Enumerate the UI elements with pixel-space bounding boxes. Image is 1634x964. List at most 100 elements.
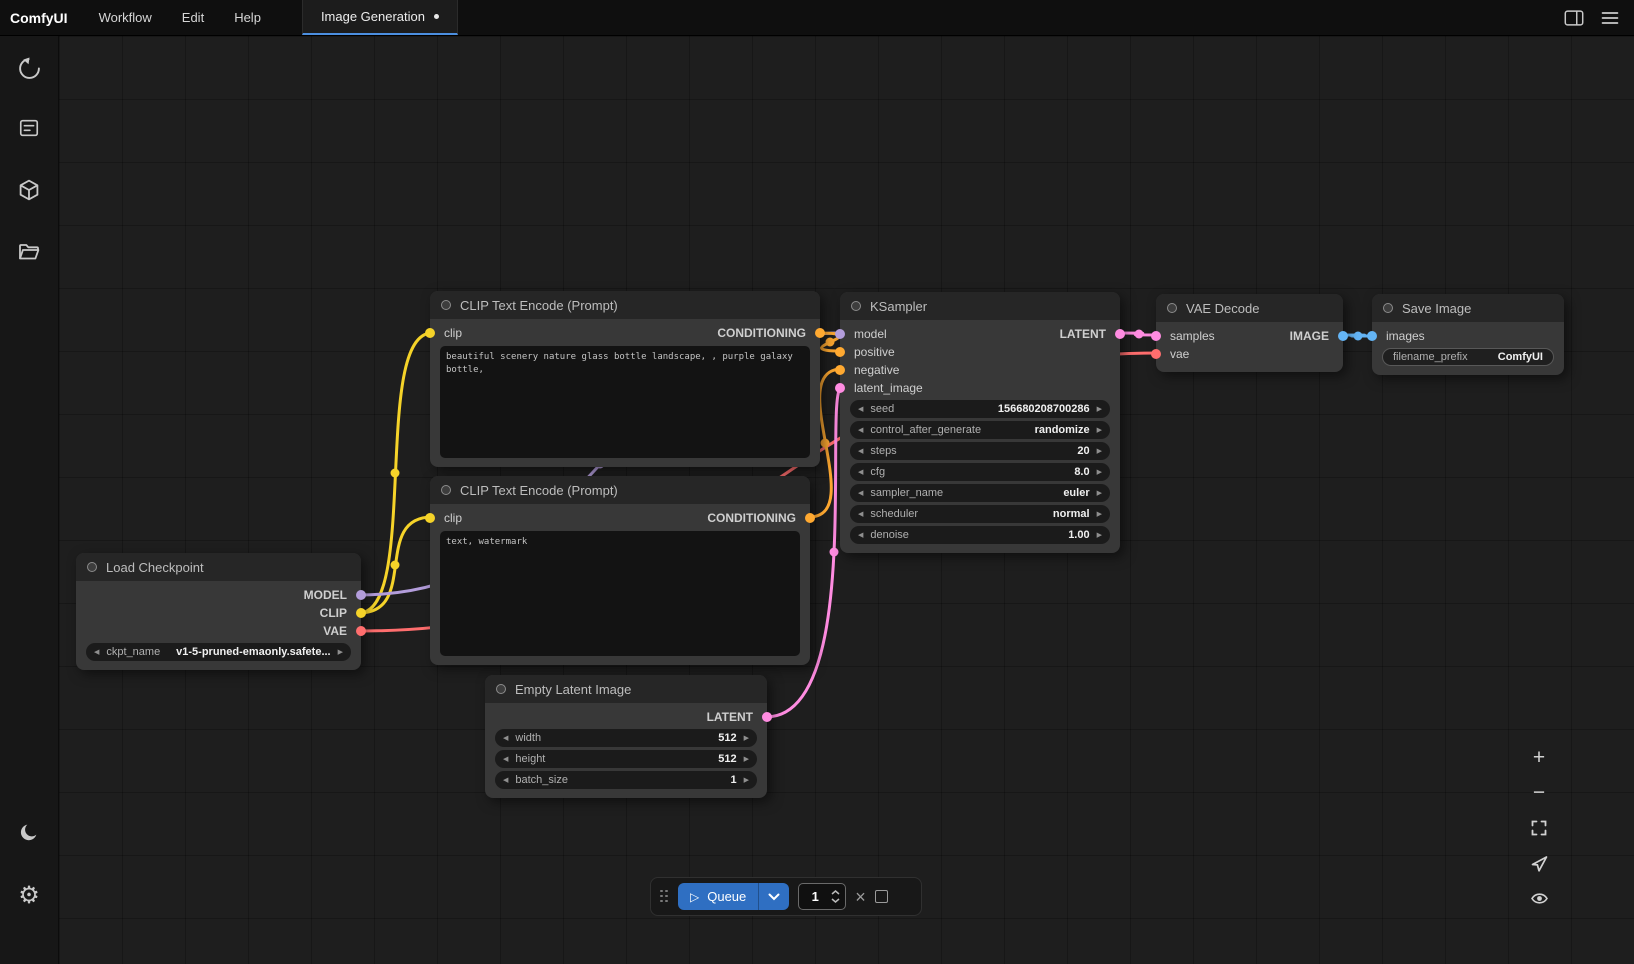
widget-control-after-generate[interactable]: ◀ control_after_generate randomize ▶ bbox=[850, 421, 1110, 439]
increment-arrow-icon[interactable]: ▶ bbox=[1097, 448, 1102, 455]
drag-handle-icon[interactable] bbox=[660, 890, 669, 904]
decrement-arrow-icon[interactable]: ◀ bbox=[503, 756, 508, 763]
queue-button[interactable]: ▷ Queue bbox=[678, 883, 789, 910]
link-midpoint-dot[interactable] bbox=[1354, 332, 1363, 341]
settings-gear-icon[interactable]: ⚙ bbox=[9, 875, 49, 915]
increment-arrow-icon[interactable]: ▶ bbox=[1097, 490, 1102, 497]
output-port-model[interactable] bbox=[356, 590, 366, 600]
node-header[interactable]: CLIP Text Encode (Prompt) bbox=[430, 476, 810, 504]
widget-ckpt-name[interactable]: ◀ ckpt_name v1-5-pruned-emaonly.safete..… bbox=[86, 643, 351, 661]
input-port-samples[interactable] bbox=[1151, 331, 1161, 341]
menu-edit[interactable]: Edit bbox=[167, 0, 219, 35]
node-header[interactable]: Empty Latent Image bbox=[485, 675, 767, 703]
node-header[interactable]: KSampler bbox=[840, 292, 1120, 320]
node-load-checkpoint[interactable]: Load Checkpoint MODEL CLIP VAE ◀ ckpt_na… bbox=[76, 553, 361, 670]
increment-arrow-icon[interactable]: ▶ bbox=[1097, 511, 1102, 518]
increment-arrow-icon[interactable]: ▶ bbox=[1097, 406, 1102, 413]
input-port-vae[interactable] bbox=[1151, 349, 1161, 359]
prompt-textarea[interactable]: text, watermark bbox=[440, 531, 800, 656]
input-port-negative[interactable] bbox=[835, 365, 845, 375]
menu-workflow[interactable]: Workflow bbox=[84, 0, 167, 35]
decrement-arrow-icon[interactable]: ◀ bbox=[858, 469, 863, 476]
node-clip-text-encode-positive[interactable]: CLIP Text Encode (Prompt) clip CONDITION… bbox=[430, 291, 820, 467]
widget-cfg[interactable]: ◀ cfg 8.0 ▶ bbox=[850, 463, 1110, 481]
input-port-clip[interactable] bbox=[425, 328, 435, 338]
toggle-visibility-eye-icon[interactable] bbox=[1524, 886, 1554, 910]
widget-sampler-name[interactable]: ◀ sampler_name euler ▶ bbox=[850, 484, 1110, 502]
model-library-cube-icon[interactable] bbox=[9, 170, 49, 210]
increment-arrow-icon[interactable]: ▶ bbox=[1097, 532, 1102, 539]
link-midpoint-dot[interactable] bbox=[826, 338, 835, 347]
menu-help[interactable]: Help bbox=[219, 0, 276, 35]
output-port-conditioning[interactable] bbox=[805, 513, 815, 523]
queue-list-icon[interactable] bbox=[9, 108, 49, 148]
queue-options-button[interactable] bbox=[758, 883, 789, 910]
hamburger-menu-icon[interactable] bbox=[1592, 0, 1628, 35]
input-port-model[interactable] bbox=[835, 329, 845, 339]
clear-queue-icon[interactable]: × bbox=[855, 888, 866, 906]
widget-height[interactable]: ◀ height 512 ▶ bbox=[495, 750, 757, 768]
output-port-image[interactable] bbox=[1338, 331, 1348, 341]
node-save-image[interactable]: Save Image images filename_prefix ComfyU… bbox=[1372, 294, 1564, 375]
node-header[interactable]: VAE Decode bbox=[1156, 294, 1343, 322]
node-header[interactable]: Load Checkpoint bbox=[76, 553, 361, 581]
output-port-conditioning[interactable] bbox=[815, 328, 825, 338]
decrement-arrow-icon[interactable]: ◀ bbox=[503, 777, 508, 784]
output-port-latent[interactable] bbox=[1115, 329, 1125, 339]
input-port-positive[interactable] bbox=[835, 347, 845, 357]
zoom-out-icon[interactable]: − bbox=[1524, 781, 1554, 805]
link-midpoint-dot[interactable] bbox=[830, 548, 839, 557]
node-clip-text-encode-negative[interactable]: CLIP Text Encode (Prompt) clip CONDITION… bbox=[430, 476, 810, 665]
link-checkpoint-clip-to-positive-prompt[interactable] bbox=[359, 333, 432, 613]
decrement-arrow-icon[interactable]: ◀ bbox=[858, 406, 863, 413]
increment-arrow-icon[interactable]: ▶ bbox=[338, 649, 343, 656]
output-port-clip[interactable] bbox=[356, 608, 366, 618]
widget-seed[interactable]: ◀ seed 156680208700286 ▶ bbox=[850, 400, 1110, 418]
decrement-chevron-icon[interactable] bbox=[831, 898, 840, 903]
prompt-textarea[interactable]: beautiful scenery nature glass bottle la… bbox=[440, 346, 810, 458]
fit-view-icon[interactable] bbox=[1524, 816, 1554, 840]
increment-arrow-icon[interactable]: ▶ bbox=[1097, 469, 1102, 476]
input-port-clip[interactable] bbox=[425, 513, 435, 523]
decrement-arrow-icon[interactable]: ◀ bbox=[858, 427, 863, 434]
zoom-in-icon[interactable]: + bbox=[1524, 746, 1554, 770]
link-midpoint-dot[interactable] bbox=[391, 561, 400, 570]
node-vae-decode[interactable]: VAE Decode samples IMAGE vae bbox=[1156, 294, 1343, 372]
tab-image-generation[interactable]: Image Generation bbox=[302, 0, 458, 35]
decrement-arrow-icon[interactable]: ◀ bbox=[858, 490, 863, 497]
link-midpoint-dot[interactable] bbox=[821, 439, 830, 448]
theme-moon-icon[interactable] bbox=[9, 813, 49, 853]
link-checkpoint-clip-to-negative-prompt[interactable] bbox=[359, 517, 432, 613]
increment-arrow-icon[interactable]: ▶ bbox=[744, 735, 749, 742]
node-empty-latent-image[interactable]: Empty Latent Image LATENT ◀ width 512 ▶ … bbox=[485, 675, 767, 798]
node-header[interactable]: CLIP Text Encode (Prompt) bbox=[430, 291, 820, 319]
widget-denoise[interactable]: ◀ denoise 1.00 ▶ bbox=[850, 526, 1110, 544]
batch-count-input[interactable]: 1 bbox=[798, 883, 846, 910]
graph-canvas[interactable]: CLIP Text Encode (Prompt) clip CONDITION… bbox=[59, 36, 1634, 964]
output-port-latent[interactable] bbox=[762, 712, 772, 722]
widget-filename-prefix[interactable]: filename_prefix ComfyUI bbox=[1382, 348, 1554, 366]
widget-scheduler[interactable]: ◀ scheduler normal ▶ bbox=[850, 505, 1110, 523]
node-header[interactable]: Save Image bbox=[1372, 294, 1564, 322]
output-port-vae[interactable] bbox=[356, 626, 366, 636]
input-port-latent-image[interactable] bbox=[835, 383, 845, 393]
select-cursor-icon[interactable] bbox=[1524, 851, 1554, 875]
queue-run-button[interactable]: ▷ Queue bbox=[678, 883, 758, 910]
link-midpoint-dot[interactable] bbox=[1135, 330, 1144, 339]
node-ksampler[interactable]: KSampler model LATENT positive negative … bbox=[840, 292, 1120, 553]
increment-arrow-icon[interactable]: ▶ bbox=[744, 756, 749, 763]
history-icon[interactable] bbox=[9, 48, 49, 88]
decrement-arrow-icon[interactable]: ◀ bbox=[503, 735, 508, 742]
decrement-arrow-icon[interactable]: ◀ bbox=[858, 448, 863, 455]
widget-batch-size[interactable]: ◀ batch_size 1 ▶ bbox=[495, 771, 757, 789]
widget-width[interactable]: ◀ width 512 ▶ bbox=[495, 729, 757, 747]
link-midpoint-dot[interactable] bbox=[391, 469, 400, 478]
workflows-folder-icon[interactable] bbox=[9, 232, 49, 272]
decrement-arrow-icon[interactable]: ◀ bbox=[858, 532, 863, 539]
panel-toggle-icon[interactable] bbox=[1556, 0, 1592, 35]
interrupt-stop-icon[interactable] bbox=[875, 890, 888, 903]
increment-chevron-icon[interactable] bbox=[831, 890, 840, 895]
input-port-images[interactable] bbox=[1367, 331, 1377, 341]
increment-arrow-icon[interactable]: ▶ bbox=[1097, 427, 1102, 434]
increment-arrow-icon[interactable]: ▶ bbox=[744, 777, 749, 784]
